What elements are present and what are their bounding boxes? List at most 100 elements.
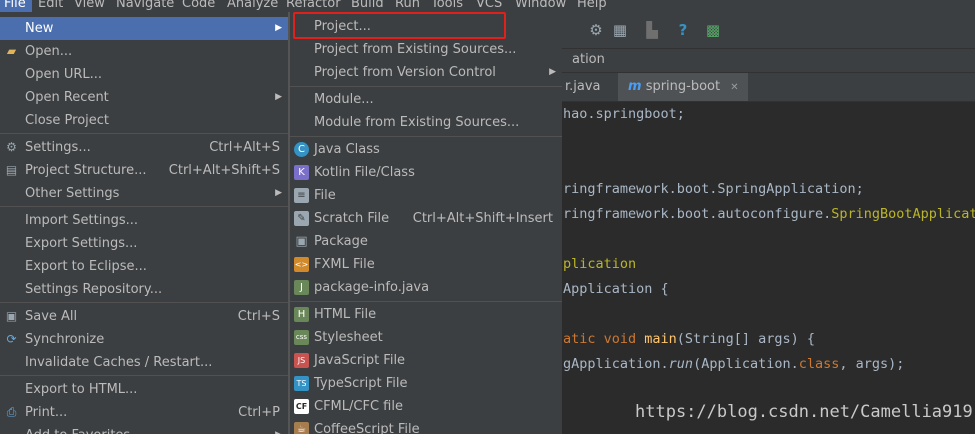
new-item-java-class[interactable]: C Java Class bbox=[290, 138, 562, 161]
menu-item-settings[interactable]: ⚙ Settings... Ctrl+Alt+S bbox=[0, 136, 288, 159]
menu-window[interactable]: Window bbox=[515, 0, 566, 12]
code-line: plication bbox=[563, 256, 637, 272]
menu-item-invalidate-caches[interactable]: Invalidate Caches / Restart... bbox=[0, 351, 288, 374]
menu-analyze[interactable]: Analyze bbox=[227, 0, 278, 12]
menu-item-export-html[interactable]: Export to HTML... bbox=[0, 378, 288, 401]
new-item-fxml-file[interactable]: <> FXML File bbox=[290, 253, 562, 276]
help-icon[interactable]: ? bbox=[673, 20, 693, 40]
menu-tools[interactable]: Tools bbox=[431, 0, 463, 12]
stop-icon[interactable]: ▙ bbox=[642, 20, 662, 40]
toolbar: ⚙ ▦ ▙ ? ▩ bbox=[560, 12, 975, 48]
new-item-html-file[interactable]: H HTML File bbox=[290, 303, 562, 326]
sync-icon: ⟳ bbox=[6, 332, 17, 346]
stylesheet-icon: css bbox=[294, 330, 309, 345]
highlight-box bbox=[293, 12, 506, 39]
separator bbox=[290, 301, 562, 302]
menu-item-export-settings[interactable]: Export Settings... bbox=[0, 232, 288, 255]
maven-icon: m bbox=[628, 79, 642, 94]
menu-item-open[interactable]: ▰ Open... bbox=[0, 40, 288, 63]
plugin-icon[interactable]: ▩ bbox=[703, 20, 723, 40]
menu-item-save-all[interactable]: ▣ Save All Ctrl+S bbox=[0, 305, 288, 328]
separator bbox=[0, 302, 288, 303]
menu-item-new[interactable]: New ▶ bbox=[0, 17, 288, 40]
typescript-file-icon: TS bbox=[294, 376, 309, 391]
cfml-file-icon: CF bbox=[294, 399, 309, 414]
new-item-coffeescript-file[interactable]: ☕ CoffeeScript File bbox=[290, 418, 562, 434]
menu-vcs[interactable]: VCS bbox=[476, 0, 502, 12]
menu-navigate[interactable]: Navigate bbox=[116, 0, 174, 12]
menu-item-close-project[interactable]: Close Project bbox=[0, 109, 288, 132]
settings-icon: ⚙ bbox=[6, 140, 17, 154]
separator bbox=[290, 136, 562, 137]
menu-item-open-recent[interactable]: Open Recent ▶ bbox=[0, 86, 288, 109]
code-line: ringframework.boot.SpringApplication; bbox=[563, 181, 864, 197]
code-line: Application { bbox=[563, 281, 669, 297]
new-item-scratch-file[interactable]: ✎ Scratch File Ctrl+Alt+Shift+Insert bbox=[290, 207, 562, 230]
tab-label: spring-boot bbox=[645, 79, 721, 94]
new-item-cfml-file[interactable]: CF CFML/CFC file bbox=[290, 395, 562, 418]
menu-item-project-structure[interactable]: ▤ Project Structure... Ctrl+Alt+Shift+S bbox=[0, 159, 288, 182]
submenu-arrow-icon: ▶ bbox=[275, 424, 282, 434]
fxml-file-icon: <> bbox=[294, 257, 309, 272]
separator bbox=[290, 86, 562, 87]
new-item-package-info[interactable]: Jpackage-info.java bbox=[290, 276, 562, 299]
menu-item-print[interactable]: ⎙ Print... Ctrl+P bbox=[0, 401, 288, 424]
separator bbox=[0, 133, 288, 134]
new-item-project-vcs[interactable]: Project from Version Control ▶ bbox=[290, 61, 562, 84]
menu-help[interactable]: Help bbox=[577, 0, 607, 12]
breadcrumb[interactable]: ation bbox=[572, 52, 605, 67]
tab-application-java[interactable]: r.java bbox=[560, 73, 621, 101]
coffeescript-file-icon: ☕ bbox=[294, 422, 309, 434]
new-item-stylesheet[interactable]: css Stylesheet bbox=[290, 326, 562, 349]
new-item-package[interactable]: ▣ Package bbox=[290, 230, 562, 253]
menu-item-other-settings[interactable]: Other Settings ▶ bbox=[0, 182, 288, 205]
menu-refactor[interactable]: Refactor bbox=[286, 0, 341, 12]
package-icon: ▣ bbox=[295, 234, 308, 249]
new-item-file[interactable]: ≡ File bbox=[290, 184, 562, 207]
menu-file[interactable]: File bbox=[0, 0, 32, 12]
menu-edit[interactable]: Edit bbox=[38, 0, 63, 12]
pin-icon[interactable]: ⚙ bbox=[586, 20, 606, 40]
editor-tabs: r.java m spring-boot ✕ bbox=[560, 72, 975, 102]
save-icon: ▣ bbox=[5, 309, 18, 323]
menu-run[interactable]: Run bbox=[395, 0, 420, 12]
close-tab-icon[interactable]: ✕ bbox=[730, 82, 738, 93]
menu-bar: File Edit View Navigate Code Analyze Ref… bbox=[0, 0, 975, 12]
new-item-project-existing-sources[interactable]: Project from Existing Sources... bbox=[290, 38, 562, 61]
menu-code[interactable]: Code bbox=[182, 0, 215, 12]
menu-build[interactable]: Build bbox=[351, 0, 384, 12]
file-menu: New ▶ ▰ Open... Open URL... Open Recent ▶ C… bbox=[0, 12, 289, 434]
menu-item-add-to-favorites[interactable]: Add to Favorites▶ bbox=[0, 424, 288, 434]
separator bbox=[0, 375, 288, 376]
new-item-kotlin-file[interactable]: K Kotlin File/Class bbox=[290, 161, 562, 184]
html-file-icon: H bbox=[294, 307, 309, 322]
database-icon[interactable]: ▦ bbox=[610, 20, 630, 40]
kotlin-file-icon: K bbox=[294, 165, 309, 180]
tab-label: r.java bbox=[565, 79, 601, 94]
code-line: atic void main(String[] args) { bbox=[563, 331, 815, 347]
file-icon: ≡ bbox=[294, 188, 309, 203]
menu-view[interactable]: View bbox=[74, 0, 105, 12]
new-item-module[interactable]: Module... bbox=[290, 88, 562, 111]
menu-item-export-eclipse[interactable]: Export to Eclipse... bbox=[0, 255, 288, 278]
package-info-icon: J bbox=[294, 280, 309, 295]
menu-item-synchronize[interactable]: ⟳ Synchronize bbox=[0, 328, 288, 351]
menu-item-import-settings[interactable]: Import Settings... bbox=[0, 209, 288, 232]
code-line: hao.springboot; bbox=[563, 106, 685, 122]
scratch-file-icon: ✎ bbox=[294, 211, 309, 226]
new-item-javascript-file[interactable]: JS JavaScript File bbox=[290, 349, 562, 372]
new-submenu: Project... Project from Existing Sources… bbox=[289, 12, 562, 434]
code-line: ringframework.boot.autoconfigure.SpringB… bbox=[563, 206, 975, 222]
menu-item-open-url[interactable]: Open URL... bbox=[0, 63, 288, 86]
project-structure-icon: ▤ bbox=[5, 163, 18, 177]
submenu-arrow-icon: ▶ bbox=[275, 23, 282, 33]
new-item-typescript-file[interactable]: TS TypeScript File bbox=[290, 372, 562, 395]
print-icon: ⎙ bbox=[6, 405, 17, 419]
submenu-arrow-icon: ▶ bbox=[275, 92, 282, 102]
menu-item-settings-repository[interactable]: Settings Repository... bbox=[0, 278, 288, 301]
tab-spring-boot[interactable]: m spring-boot ✕ bbox=[618, 73, 748, 101]
code-line: gApplication.run(Application.class, args… bbox=[563, 356, 905, 372]
watermark: https://blog.csdn.net/Camellia919 bbox=[635, 402, 973, 422]
new-item-module-existing-sources[interactable]: Module from Existing Sources... bbox=[290, 111, 562, 134]
navigation-bar: ation bbox=[560, 48, 975, 73]
